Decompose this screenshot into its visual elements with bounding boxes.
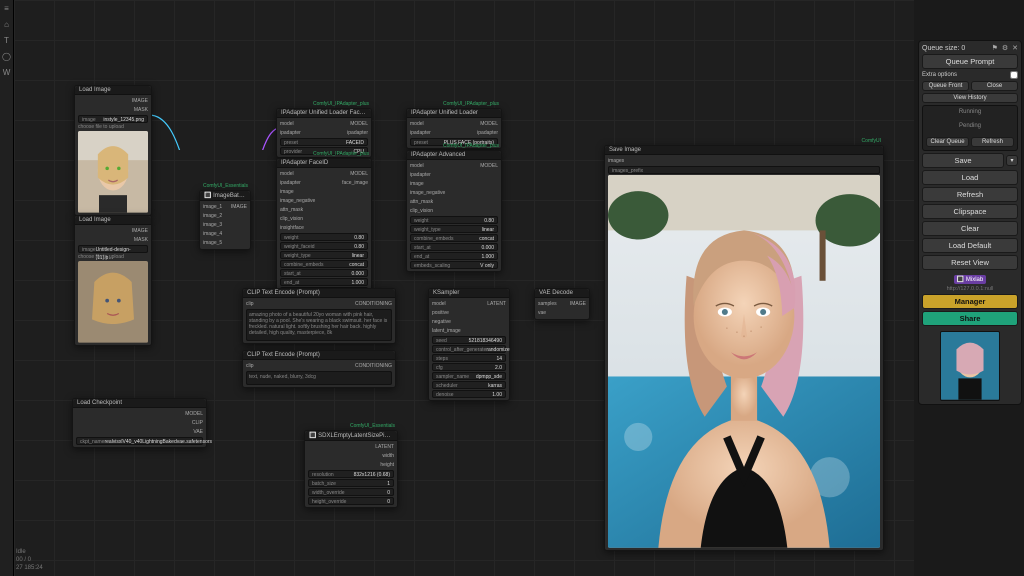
node-title: CLIP Text Encode (Prompt)	[243, 351, 395, 360]
reset-view-button[interactable]: Reset View	[922, 255, 1018, 270]
queue-prompt-button[interactable]: Queue Prompt	[922, 54, 1018, 69]
reference-image-1	[78, 131, 148, 213]
node-title: CLIP Text Encode (Prompt)	[243, 289, 395, 298]
upload-button[interactable]: choose file to upload	[78, 124, 148, 130]
menu-icon[interactable]: ≡	[2, 4, 12, 14]
node-title: KSampler	[429, 289, 509, 298]
node-load-image-1[interactable]: Load Image IMAGE MASK imageinstyle_12345…	[74, 85, 152, 216]
manager-button[interactable]: Manager	[922, 294, 1018, 309]
queue-size-row: Queue size: 0 ⚑ ⚙ ✕	[922, 44, 1018, 52]
queue-status-box: Running Pending Clear QueueRefresh	[922, 105, 1018, 151]
upload-button[interactable]: choose file to upload	[78, 254, 148, 260]
load-default-button[interactable]: Load Default	[922, 238, 1018, 253]
save-dropdown-icon[interactable]: ▾	[1006, 155, 1018, 166]
mixlab-tag[interactable]: 🔳 Mixlab	[954, 275, 986, 284]
node-title: Load Image	[75, 86, 151, 95]
node-clip-negative[interactable]: CLIP Text Encode (Prompt) clipCONDITIONI…	[242, 350, 396, 388]
node-title: Save Image	[605, 146, 883, 155]
filename-field[interactable]: imageinstyle_12345.png	[78, 115, 148, 123]
node-graph-canvas[interactable]: Load Image IMAGE MASK imageinstyle_12345…	[14, 0, 914, 576]
running-label: Running	[926, 109, 1014, 115]
node-wires	[14, 0, 314, 150]
node-title: IPAdapter Advanced	[407, 151, 501, 160]
extra-options-checkbox[interactable]	[1010, 71, 1018, 79]
prompt-textarea[interactable]: amazing photo of a beautiful 20yo woman …	[246, 309, 392, 341]
prompt-textarea[interactable]: text, nude, naked, blurry, 3dcg	[246, 371, 392, 385]
node-title: 🔳 SDXLEmptyLatentSizePicker+	[305, 431, 397, 441]
filename-field[interactable]: imageUntitled-design-(11).p…	[78, 245, 148, 253]
ckpt-field[interactable]: ckpt_namerealvisxlV40_v40LightningBakedv…	[76, 437, 203, 445]
prefix-field[interactable]: images_prefix	[608, 166, 880, 174]
clear-button[interactable]: Clear	[922, 221, 1018, 236]
node-load-image-2[interactable]: Load Image IMAGE MASK imageUntitled-desi…	[74, 215, 152, 346]
node-vae-decode[interactable]: VAE Decode samplesIMAGE vae	[534, 288, 590, 320]
load-button[interactable]: Load	[922, 170, 1018, 185]
node-title: Load Image	[75, 216, 151, 225]
node-title: IPAdapter Unified Loader	[407, 109, 501, 118]
view-history-button[interactable]: View History	[922, 93, 1018, 103]
preset-field[interactable]: presetFACEID	[280, 138, 368, 146]
node-title: IPAdapter FaceID	[277, 159, 371, 168]
node-image-batch[interactable]: ComfyUI_Essentials 🔳 ImageBatchMultiple+…	[199, 190, 251, 250]
node-load-checkpoint[interactable]: Load Checkpoint MODEL CLIP VAE ckpt_name…	[72, 398, 207, 448]
left-toolbar: ≡ ⌂ T ◯ W	[0, 0, 14, 576]
control-panel: Queue size: 0 ⚑ ⚙ ✕ Queue Prompt Extra o…	[918, 40, 1022, 405]
pin-icon[interactable]: ⚑	[992, 44, 998, 52]
text-icon[interactable]: T	[2, 36, 12, 46]
node-save-image[interactable]: ComfyUI Save Image images images_prefix	[604, 145, 884, 551]
refresh-queue-button[interactable]: Refresh	[971, 137, 1014, 147]
clipspace-button[interactable]: Clipspace	[922, 204, 1018, 219]
save-button[interactable]: Save	[922, 153, 1004, 168]
node-ipadapter-advanced[interactable]: ComfyUI_IPAdapter_plus IPAdapter Advance…	[406, 150, 502, 272]
settings-icon[interactable]: ⚙	[1002, 44, 1008, 52]
node-title: 🔳 ImageBatchMultiple+	[200, 191, 250, 201]
node-ipadapter-faceid[interactable]: ComfyUI_IPAdapter_plus IPAdapter FaceID …	[276, 158, 372, 298]
home-icon[interactable]: ⌂	[2, 20, 12, 30]
output-image	[608, 175, 880, 548]
node-title: VAE Decode	[535, 289, 589, 298]
pending-label: Pending	[926, 123, 1014, 129]
node-empty-latent[interactable]: ComfyUI_Essentials 🔳 SDXLEmptyLatentSize…	[304, 430, 398, 508]
record-icon[interactable]: ◯	[2, 52, 12, 62]
share-button[interactable]: Share	[922, 311, 1018, 326]
refresh-button[interactable]: Refresh	[922, 187, 1018, 202]
node-ksampler[interactable]: KSampler modelLATENT positive negative l…	[428, 288, 510, 401]
node-title: Load Checkpoint	[73, 399, 206, 408]
close-icon[interactable]: ✕	[1012, 44, 1018, 52]
reference-image-2	[78, 261, 148, 343]
node-title: IPAdapter Unified Loader FaceID	[277, 109, 371, 118]
node-clip-positive[interactable]: CLIP Text Encode (Prompt) clipCONDITIONI…	[242, 288, 396, 344]
workflow-icon[interactable]: W	[2, 68, 12, 78]
clear-queue-button[interactable]: Clear Queue	[926, 137, 969, 147]
url-label: http://127.0.0.1:null	[922, 286, 1018, 292]
queue-front-button[interactable]: Queue Front	[922, 81, 969, 91]
close-button[interactable]: Close	[971, 81, 1018, 91]
history-thumbnail[interactable]	[940, 331, 1000, 401]
footer-status: Idle 00 / 0 27 185:24	[16, 548, 43, 572]
